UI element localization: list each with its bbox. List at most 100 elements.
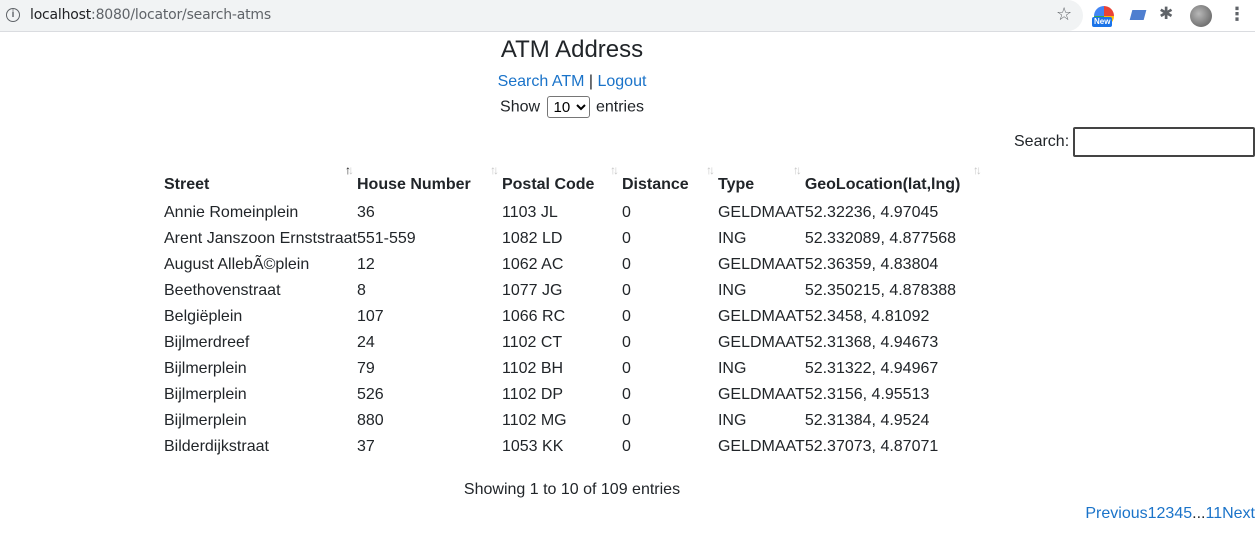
cell-distance: 0 <box>621 308 631 325</box>
column-header-label: Type <box>717 176 755 193</box>
cell-type: GELDMAAT <box>717 256 805 273</box>
entries-length-control: Show 10 entries <box>0 96 1144 118</box>
bookmark-star-icon[interactable]: ☆ <box>1056 4 1072 25</box>
cell-postal-code: 1062 AC <box>501 256 564 273</box>
table-row: Bilderdijkstraat 37 1053 KK 0 GELDMAAT 52.370… <box>164 434 985 460</box>
table-row: Belgiëplein 107 1066 RC 0 GELDMAAT 52.3458, 4… <box>164 304 985 330</box>
table-row: August AllebÃ©plein 12 1062 AC 0 GELDMAAT 52.… <box>164 252 985 278</box>
cell-house-number: 79 <box>356 360 375 377</box>
cell-postal-code: 1053 KK <box>501 438 564 455</box>
sort-icon: ↑↓ <box>792 163 802 177</box>
url-text[interactable]: localhost:8080/locator/search-atms <box>30 7 271 23</box>
cell-house-number: 551-559 <box>356 230 416 247</box>
cell-postal-code: 1102 DP <box>501 386 564 403</box>
pagination: Previous12345...11Next <box>1085 505 1255 523</box>
table-row: Annie Romeinplein 36 1103 JL 0 GELDMAAT 52.32… <box>164 200 985 226</box>
page-link-5[interactable]: 5 <box>1183 505 1192 522</box>
table-header-row: Street ↑↓ House Number ↑↓ Postal Code ↑↓ Di… <box>164 162 985 200</box>
cell-street: Bijlmerplein <box>164 386 247 403</box>
site-info-icon[interactable]: i <box>6 8 20 22</box>
extensions-puzzle-icon[interactable]: ✱ <box>1159 4 1173 24</box>
table-row: Bijlmerplein 526 1102 DP 0 GELDMAAT 52.3156, … <box>164 382 985 408</box>
cell-geolocation: 52.31368, 4.94673 <box>804 334 939 351</box>
cell-type: GELDMAAT <box>717 204 805 221</box>
cell-house-number: 36 <box>356 204 375 221</box>
page-link-last[interactable]: 11 <box>1205 505 1222 522</box>
cell-street: Bijlmerplein <box>164 360 247 377</box>
column-header-label: GeoLocation(lat,lng) <box>804 176 961 193</box>
cell-postal-code: 1077 JG <box>501 282 563 299</box>
entries-label: entries <box>595 98 644 116</box>
column-header-street[interactable]: Street ↑↓ <box>164 162 357 200</box>
cell-distance: 0 <box>621 386 631 403</box>
cell-geolocation: 52.36359, 4.83804 <box>804 256 939 273</box>
table-row: Bijlmerdreef 24 1102 CT 0 GELDMAAT 52.31368, … <box>164 330 985 356</box>
cell-postal-code: 1102 BH <box>501 360 564 377</box>
cell-geolocation: 52.32236, 4.97045 <box>804 204 939 221</box>
show-label: Show <box>500 98 541 116</box>
cell-postal-code: 1066 RC <box>501 308 566 325</box>
column-header-postal-code[interactable]: Postal Code ↑↓ <box>502 162 622 200</box>
page-link-1[interactable]: 1 <box>1148 505 1157 522</box>
logout-link[interactable]: Logout <box>597 73 646 90</box>
table-row: Arent Janszoon Ernststraat 551-559 1082 LD… <box>164 226 985 252</box>
table-body: Annie Romeinplein 36 1103 JL 0 GELDMAAT 52.32… <box>164 200 985 460</box>
column-header-label: House Number <box>356 176 471 193</box>
table-row: Beethovenstraat 8 1077 JG 0 ING 52.350215, 4.… <box>164 278 985 304</box>
chrome-extension-icon[interactable]: New <box>1092 6 1114 27</box>
cell-house-number: 8 <box>356 282 366 299</box>
cell-type: ING <box>717 282 747 299</box>
column-header-distance[interactable]: Distance ↑↓ <box>622 162 718 200</box>
cell-geolocation: 52.3156, 4.95513 <box>804 386 930 403</box>
previous-page-link[interactable]: Previous <box>1085 505 1147 522</box>
cell-street: Arent Janszoon Ernststraat <box>164 230 357 247</box>
url-path: :8080/locator/search-atms <box>91 7 271 23</box>
column-header-geolocation[interactable]: GeoLocation(lat,lng) ↑↓ <box>805 162 985 200</box>
cell-distance: 0 <box>621 256 631 273</box>
cell-postal-code: 1102 MG <box>501 412 567 429</box>
cell-postal-code: 1102 CT <box>501 334 563 351</box>
cell-type: ING <box>717 412 747 429</box>
page-link-4[interactable]: 4 <box>1174 505 1183 522</box>
column-header-type[interactable]: Type ↑↓ <box>718 162 805 200</box>
cell-street: Annie Romeinplein <box>164 204 299 221</box>
cell-type: GELDMAAT <box>717 334 805 351</box>
next-page-link[interactable]: Next <box>1222 505 1255 522</box>
cell-postal-code: 1082 LD <box>501 230 563 247</box>
cell-type: GELDMAAT <box>717 308 805 325</box>
column-header-label: Street <box>164 176 210 193</box>
sort-icon: ↑↓ <box>609 163 619 177</box>
search-label: Search: <box>1014 133 1070 150</box>
search-input[interactable] <box>1073 127 1255 157</box>
cell-postal-code: 1103 JL <box>501 204 558 221</box>
cell-house-number: 107 <box>356 308 384 325</box>
search-atm-link[interactable]: Search ATM <box>498 73 585 90</box>
entries-select[interactable]: 10 <box>546 96 590 118</box>
cell-house-number: 12 <box>356 256 375 273</box>
cell-house-number: 526 <box>356 386 384 403</box>
profile-avatar[interactable] <box>1190 5 1212 27</box>
column-header-house-number[interactable]: House Number ↑↓ <box>357 162 502 200</box>
pen-extension-icon[interactable] <box>1128 6 1148 26</box>
cell-house-number: 37 <box>356 438 375 455</box>
cell-geolocation: 52.31384, 4.9524 <box>804 412 930 429</box>
cell-geolocation: 52.3458, 4.81092 <box>804 308 930 325</box>
nav-separator: | <box>588 73 594 90</box>
kebab-menu-icon[interactable]: ⋮ <box>1228 4 1246 25</box>
cell-type: ING <box>717 230 747 247</box>
cell-distance: 0 <box>621 230 631 247</box>
cell-street: Bijlmerplein <box>164 412 247 429</box>
cell-geolocation: 52.332089, 4.877568 <box>804 230 957 247</box>
page-link-3[interactable]: 3 <box>1165 505 1174 522</box>
cell-geolocation: 52.350215, 4.878388 <box>804 282 957 299</box>
cell-street: Bilderdijkstraat <box>164 438 269 455</box>
sort-icon: ↑↓ <box>705 163 715 177</box>
cell-street: Belgiëplein <box>164 308 243 325</box>
cell-street: August AllebÃ©plein <box>164 256 310 273</box>
cell-geolocation: 52.31322, 4.94967 <box>804 360 939 377</box>
atm-table: Street ↑↓ House Number ↑↓ Postal Code ↑↓ Di… <box>164 162 985 460</box>
cell-type: ING <box>717 360 747 377</box>
address-bar[interactable]: i localhost:8080/locator/search-atms ☆ <box>0 0 1083 31</box>
pagination-ellipsis: ... <box>1192 505 1206 522</box>
column-header-label: Distance <box>621 176 689 193</box>
